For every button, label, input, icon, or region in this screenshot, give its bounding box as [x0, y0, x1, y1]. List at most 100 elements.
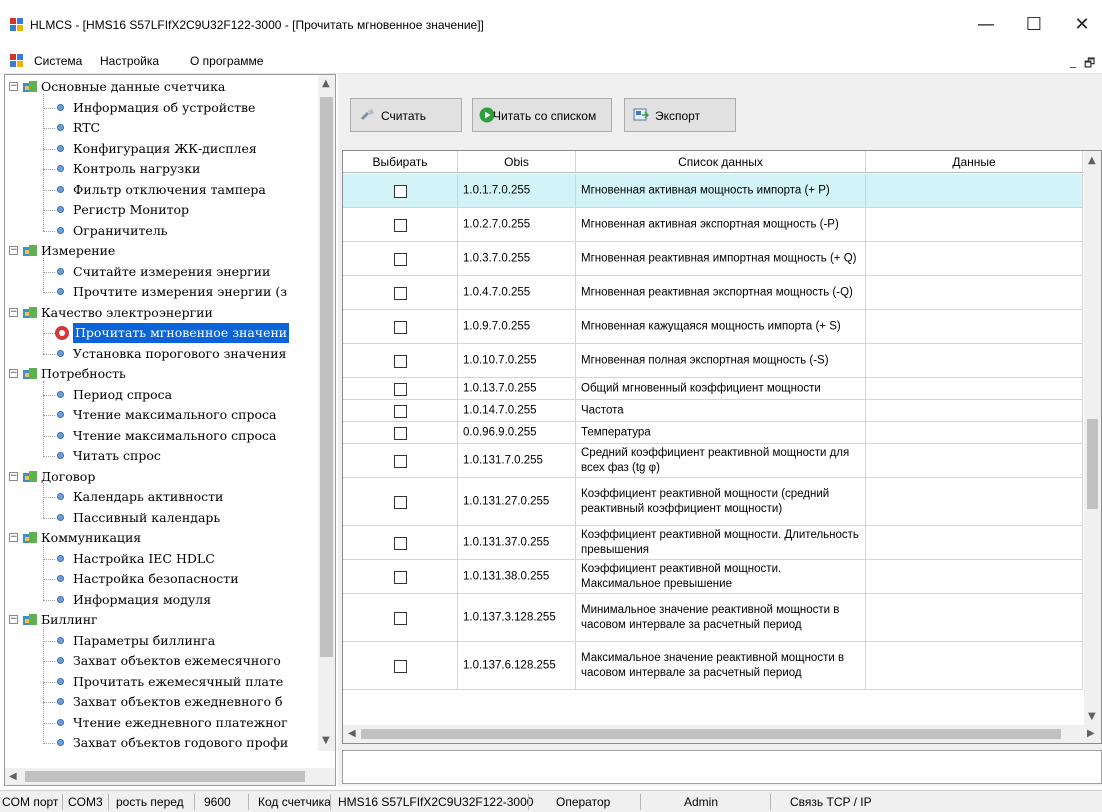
tree-item[interactable]: Прочтите измерения энергии (з: [5, 282, 317, 302]
scroll-down-icon[interactable]: ▼: [322, 735, 330, 746]
row-checkbox[interactable]: [394, 382, 407, 396]
tree-item[interactable]: Информация об устройстве: [5, 98, 317, 118]
grid-scroll-down-icon[interactable]: ▼: [1088, 711, 1096, 722]
tree-vertical-scrollbar[interactable]: ▲ ▼: [318, 75, 335, 751]
tree-group[interactable]: − Качество электроэнергии: [5, 303, 317, 323]
close-button[interactable]: ✕: [1062, 10, 1102, 40]
collapse-icon[interactable]: −: [9, 369, 18, 378]
row-checkbox[interactable]: [394, 454, 407, 468]
row-checkbox[interactable]: [394, 286, 407, 300]
table-row[interactable]: 1.0.137.3.128.255 Минимальное значение ре…: [343, 594, 1083, 642]
tree-item[interactable]: Календарь активности: [5, 487, 317, 507]
table-row[interactable]: 1.0.137.6.128.255 Максимальное значение р…: [343, 642, 1083, 690]
grid-horizontal-thumb[interactable]: [361, 729, 1061, 739]
row-checkbox[interactable]: [394, 611, 407, 625]
tree-item[interactable]: Контроль нагрузки: [5, 159, 317, 179]
tree-item[interactable]: Установка порогового значения: [5, 344, 317, 364]
collapse-icon[interactable]: −: [9, 471, 18, 481]
table-row[interactable]: 1.0.13.7.0.255 Общий мгновенный коэффицие…: [343, 378, 1083, 400]
header-data-list[interactable]: Список данных: [576, 151, 866, 173]
grid-scroll-right-icon[interactable]: ▶: [1087, 728, 1095, 739]
read-button[interactable]: Считать: [350, 98, 462, 132]
tree-item[interactable]: Период спроса: [5, 385, 317, 405]
header-obis[interactable]: Obis: [458, 151, 576, 173]
tree-item[interactable]: Конфигурация ЖК-дисплея: [5, 139, 317, 159]
tree-group[interactable]: − Биллинг: [5, 610, 317, 630]
tree-item[interactable]: Считайте измерения энергии: [5, 262, 317, 282]
table-row[interactable]: 1.0.1.7.0.255 Мгновенная активная мощност…: [343, 174, 1083, 208]
row-checkbox[interactable]: [394, 659, 407, 673]
tree-horizontal-scrollbar[interactable]: ◀: [5, 768, 335, 785]
tree-item[interactable]: Чтение максимального спроса: [5, 426, 317, 446]
tree-item[interactable]: Параметры биллинга: [5, 631, 317, 651]
table-row[interactable]: 1.0.14.7.0.255 Частота: [343, 400, 1083, 422]
tree-group[interactable]: − Коммуникация: [5, 528, 317, 548]
tree-vertical-thumb[interactable]: [320, 97, 333, 657]
tree-item[interactable]: Чтение ежедневного платежног: [5, 713, 317, 733]
tree-horizontal-thumb[interactable]: [25, 771, 305, 782]
menu-about[interactable]: О программе: [190, 54, 263, 68]
scroll-up-icon[interactable]: ▲: [322, 78, 330, 89]
table-row[interactable]: 1.0.2.7.0.255 Мгновенная активная экспорт…: [343, 208, 1083, 242]
row-checkbox[interactable]: [394, 320, 407, 334]
collapse-icon[interactable]: −: [9, 82, 18, 91]
table-row[interactable]: 1.0.9.7.0.255 Мгновенная кажущаяся мощнос…: [343, 310, 1083, 344]
collapse-icon[interactable]: −: [9, 307, 18, 317]
tree-item[interactable]: RTC: [5, 118, 317, 138]
tree-item[interactable]: Пассивный календарь: [5, 508, 317, 528]
tree-group[interactable]: − Потребность: [5, 364, 317, 384]
grid-vertical-thumb[interactable]: [1087, 419, 1098, 509]
row-checkbox[interactable]: [394, 354, 407, 368]
tree-item[interactable]: Прочитать мгновенное значени: [5, 323, 317, 343]
maximize-button[interactable]: ☐: [1014, 10, 1054, 40]
tree-item[interactable]: Чтение максимального спроса: [5, 405, 317, 425]
message-box[interactable]: [342, 750, 1102, 784]
table-row[interactable]: 1.0.131.27.0.255 Коэффициент реактивной м…: [343, 478, 1083, 526]
header-select[interactable]: Выбирать: [343, 151, 458, 173]
tree-item[interactable]: Регистр Монитор: [5, 200, 317, 220]
tree-item[interactable]: Настройка IEC HDLC: [5, 549, 317, 569]
row-checkbox[interactable]: [394, 252, 407, 266]
tree-group[interactable]: − Измерение: [5, 241, 317, 261]
read-list-button[interactable]: Читать со списком: [472, 98, 612, 132]
tree-item[interactable]: Захват объектов ежемесячного: [5, 651, 317, 671]
grid-horizontal-scrollbar[interactable]: ◀ ▶: [343, 725, 1101, 743]
tree-item[interactable]: Ограничитель: [5, 221, 317, 241]
export-button[interactable]: Экспорт: [624, 98, 736, 132]
tree-item[interactable]: Фильтр отключения тампера: [5, 180, 317, 200]
tree-item[interactable]: Информация модуля: [5, 590, 317, 610]
tree-item[interactable]: Настройка безопасности: [5, 569, 317, 589]
tree-item[interactable]: Захват объектов годового профи: [5, 733, 317, 753]
collapse-icon[interactable]: −: [9, 246, 18, 255]
row-checkbox[interactable]: [394, 184, 407, 198]
minimize-button[interactable]: —: [966, 10, 1006, 40]
menu-settings[interactable]: Настройка: [100, 54, 159, 68]
row-checkbox[interactable]: [394, 426, 407, 440]
collapse-icon[interactable]: −: [9, 533, 18, 542]
grid-vertical-scrollbar[interactable]: ▲ ▼: [1084, 151, 1101, 727]
row-checkbox[interactable]: [394, 570, 407, 584]
mdi-child-icon[interactable]: [10, 54, 24, 68]
table-row[interactable]: 0.0.96.9.0.255 Температура: [343, 422, 1083, 444]
row-checkbox[interactable]: [394, 536, 407, 550]
row-checkbox[interactable]: [394, 495, 407, 509]
row-checkbox[interactable]: [394, 404, 407, 418]
table-row[interactable]: 1.0.131.7.0.255 Средний коэффициент реакт…: [343, 444, 1083, 478]
grid-scroll-left-icon[interactable]: ◀: [348, 728, 356, 739]
tree-group[interactable]: − Договор: [5, 467, 317, 487]
mdi-restore-button[interactable]: 🗗: [1084, 54, 1095, 75]
row-checkbox[interactable]: [394, 218, 407, 232]
collapse-icon[interactable]: −: [9, 615, 18, 624]
tree-item[interactable]: Захват объектов ежедневного б: [5, 692, 317, 712]
table-row[interactable]: 1.0.10.7.0.255 Мгновенная полная экспортн…: [343, 344, 1083, 378]
table-row[interactable]: 1.0.4.7.0.255 Мгновенная реактивная экспо…: [343, 276, 1083, 310]
table-row[interactable]: 1.0.3.7.0.255 Мгновенная реактивная импор…: [343, 242, 1083, 276]
scroll-left-icon[interactable]: ◀: [9, 771, 17, 782]
grid-scroll-up-icon[interactable]: ▲: [1088, 155, 1096, 166]
tree-item[interactable]: Прочитать ежемесячный плате: [5, 672, 317, 692]
header-data[interactable]: Данные: [866, 151, 1083, 173]
mdi-minimize-button[interactable]: _: [1070, 54, 1076, 68]
table-row[interactable]: 1.0.131.37.0.255 Коэффициент реактивной м…: [343, 526, 1083, 560]
menu-system[interactable]: Система: [34, 54, 82, 68]
tree-item[interactable]: Читать спрос: [5, 446, 317, 466]
